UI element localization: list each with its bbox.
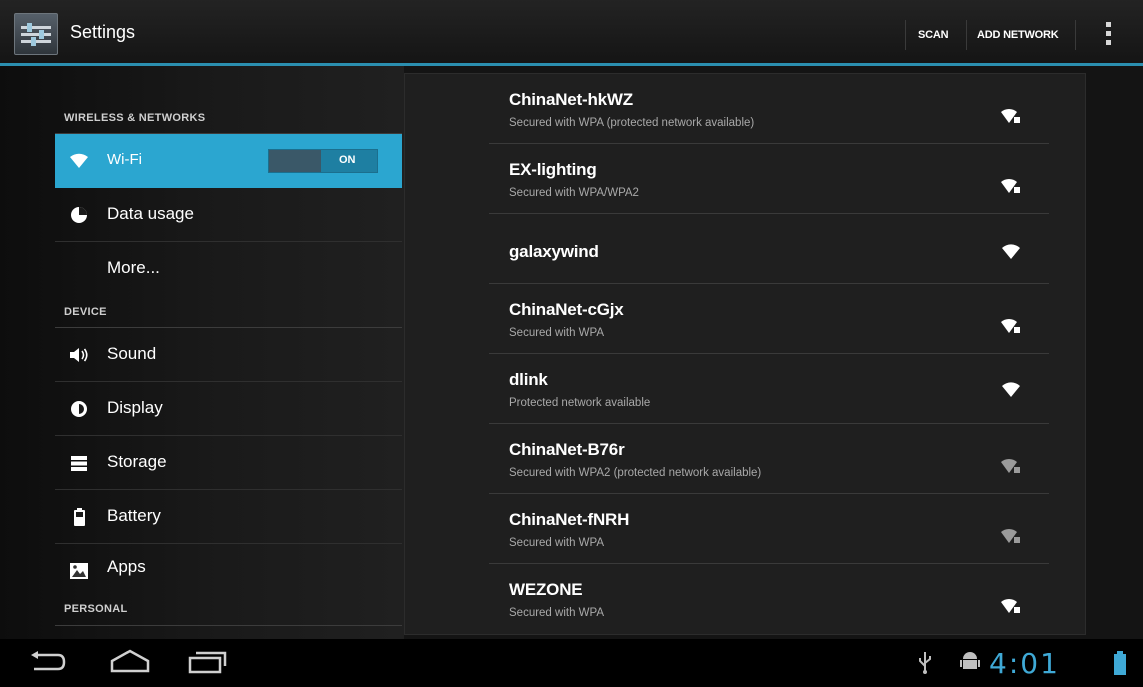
sidebar-item-label: More... bbox=[107, 258, 160, 277]
wifi-secured-signal-icon bbox=[1001, 528, 1020, 543]
wifi-secured-signal-icon bbox=[1001, 458, 1020, 473]
status-clock: 4:01 bbox=[989, 647, 1060, 680]
sidebar-item-storage[interactable]: Storage bbox=[55, 436, 402, 490]
home-icon[interactable] bbox=[108, 649, 152, 675]
network-row[interactable]: galaxywind bbox=[405, 214, 1085, 284]
network-name: ChinaNet-cGjx bbox=[509, 300, 624, 319]
wifi-secured-signal-icon bbox=[1001, 108, 1020, 123]
sidebar-item-label: Data usage bbox=[107, 204, 194, 223]
network-status: Secured with WPA (protected network avai… bbox=[509, 117, 755, 129]
sidebar-item-label: Apps bbox=[107, 557, 146, 576]
network-row[interactable]: WEZONE Secured with WPA bbox=[405, 564, 1085, 634]
network-name: WEZONE bbox=[509, 580, 583, 599]
back-icon[interactable] bbox=[28, 651, 68, 673]
sidebar-item-data-usage[interactable]: Data usage bbox=[55, 188, 402, 242]
wifi-signal-icon bbox=[1002, 382, 1020, 397]
usb-icon bbox=[919, 652, 931, 674]
action-separator bbox=[966, 20, 967, 50]
sidebar-item-label: Sound bbox=[107, 344, 157, 363]
wifi-secured-signal-icon bbox=[1001, 178, 1020, 193]
data-usage-icon bbox=[71, 207, 87, 223]
action-separator bbox=[1075, 20, 1076, 50]
sidebar-item-label: Storage bbox=[107, 452, 167, 471]
toggle-label: ON bbox=[339, 154, 356, 166]
battery-icon bbox=[74, 508, 85, 526]
sidebar-item-more[interactable]: More... bbox=[55, 242, 402, 296]
sidebar-item-display[interactable]: Display bbox=[55, 382, 402, 436]
storage-icon bbox=[71, 456, 87, 471]
network-status: Secured with WPA bbox=[509, 327, 605, 339]
network-row[interactable]: ChinaNet-cGjx Secured with WPA bbox=[405, 284, 1085, 354]
sidebar-item-wifi[interactable]: Wi-Fi ON bbox=[55, 134, 402, 188]
overflow-menu-icon[interactable] bbox=[1100, 22, 1116, 46]
network-row[interactable]: dlink Protected network available bbox=[405, 354, 1085, 424]
wifi-signal-icon bbox=[1002, 244, 1020, 259]
speaker-icon bbox=[70, 348, 88, 362]
settings-sidebar: WIRELESS & NETWORKS Wi-Fi ON Data usage … bbox=[0, 66, 404, 639]
network-name: dlink bbox=[509, 370, 548, 389]
network-name: EX-lighting bbox=[509, 160, 597, 179]
apps-icon bbox=[70, 563, 88, 579]
network-row[interactable]: ChinaNet-B76r Secured with WPA2 (protect… bbox=[405, 424, 1085, 494]
section-header-device: DEVICE bbox=[64, 306, 107, 318]
sidebar-item-label: Display bbox=[107, 398, 163, 417]
toggle-knob bbox=[269, 150, 321, 172]
network-row[interactable]: ChinaNet-fNRH Secured with WPA bbox=[405, 494, 1085, 564]
network-name: ChinaNet-B76r bbox=[509, 440, 625, 459]
action-bar: Settings SCAN ADD NETWORK bbox=[0, 0, 1143, 66]
sidebar-item-battery[interactable]: Battery bbox=[55, 490, 402, 544]
display-icon bbox=[71, 401, 87, 417]
action-separator bbox=[905, 20, 906, 50]
wifi-secured-signal-icon bbox=[1001, 598, 1020, 613]
sidebar-item-sound[interactable]: Sound bbox=[55, 328, 402, 382]
wifi-network-list: ChinaNet-hkWZ Secured with WPA (protecte… bbox=[404, 73, 1086, 635]
wifi-icon bbox=[70, 153, 88, 168]
network-status: Protected network available bbox=[509, 397, 651, 409]
wifi-toggle[interactable]: ON bbox=[268, 149, 378, 173]
recent-apps-icon[interactable] bbox=[188, 650, 228, 674]
section-header-wireless: WIRELESS & NETWORKS bbox=[64, 112, 206, 124]
network-status: Secured with WPA bbox=[509, 537, 605, 549]
system-navigation-bar: 4:01 bbox=[0, 639, 1143, 687]
network-status: Secured with WPA bbox=[509, 607, 605, 619]
section-divider bbox=[55, 625, 402, 626]
settings-app-icon[interactable] bbox=[14, 13, 58, 55]
battery-status-icon bbox=[1114, 651, 1126, 675]
sidebar-item-label: Wi-Fi bbox=[107, 151, 142, 168]
add-network-button[interactable]: ADD NETWORK bbox=[977, 29, 1059, 41]
section-header-personal: PERSONAL bbox=[64, 603, 128, 615]
android-debug-icon bbox=[960, 652, 980, 669]
page-title: Settings bbox=[70, 22, 136, 42]
network-row[interactable]: EX-lighting Secured with WPA/WPA2 bbox=[405, 144, 1085, 214]
scan-button[interactable]: SCAN bbox=[918, 29, 949, 41]
network-status: Secured with WPA/WPA2 bbox=[509, 187, 639, 199]
network-status: Secured with WPA2 (protected network ava… bbox=[509, 467, 762, 479]
network-name: ChinaNet-fNRH bbox=[509, 510, 630, 529]
sidebar-item-apps[interactable]: Apps bbox=[55, 544, 402, 598]
wifi-secured-signal-icon bbox=[1001, 318, 1020, 333]
network-name: galaxywind bbox=[509, 242, 599, 261]
network-row[interactable]: ChinaNet-hkWZ Secured with WPA (protecte… bbox=[405, 74, 1085, 144]
network-name: ChinaNet-hkWZ bbox=[509, 90, 633, 109]
sidebar-item-label: Battery bbox=[107, 506, 161, 525]
